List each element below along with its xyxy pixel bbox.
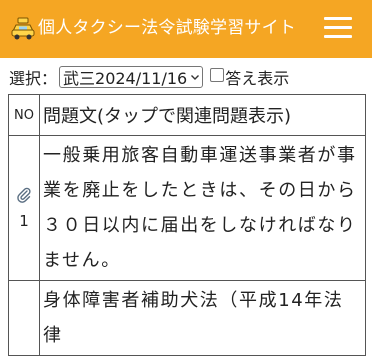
app-title: 個人タクシー法令試験学習サイト <box>38 18 296 38</box>
table-header-row: NO 問題文(タップで関連問題表示) <box>8 94 366 136</box>
column-header-question: 問題文(タップで関連問題表示) <box>39 94 366 136</box>
table-row[interactable]: 身体障害者補助犬法（平成14年法律 <box>8 280 366 356</box>
hamburger-menu-icon[interactable] <box>324 15 352 38</box>
paperclip-icon[interactable] <box>16 186 32 204</box>
row-number-cell: 1 <box>8 135 40 281</box>
select-label: 選択： <box>9 69 58 88</box>
taxi-icon <box>11 17 35 40</box>
column-header-no: NO <box>8 94 40 136</box>
row-number: 1 <box>19 212 29 230</box>
exam-select-row: 選択： 武三2024/11/16 答え表示 <box>9 64 289 90</box>
show-answer-checkbox[interactable] <box>210 68 225 82</box>
app-header: 個人タクシー法令試験学習サイト <box>0 0 372 58</box>
show-answer-label[interactable]: 答え表示 <box>225 65 289 89</box>
question-table: NO 問題文(タップで関連問題表示) 1 一般乗用旅客自動車運送事業者が事業を廃… <box>8 94 366 356</box>
question-text[interactable]: 一般乗用旅客自動車運送事業者が事業を廃止をしたときは、その日から３０日以内に届出… <box>39 135 366 281</box>
question-text[interactable]: 身体障害者補助犬法（平成14年法律 <box>39 280 366 356</box>
table-row[interactable]: 1 一般乗用旅客自動車運送事業者が事業を廃止をしたときは、その日から３０日以内に… <box>8 135 366 281</box>
row-number-cell <box>8 280 40 356</box>
exam-select-value: 武三2024/11/16 <box>63 69 188 88</box>
exam-select-dropdown[interactable]: 武三2024/11/16 <box>59 66 204 88</box>
chevron-down-icon <box>191 75 200 80</box>
